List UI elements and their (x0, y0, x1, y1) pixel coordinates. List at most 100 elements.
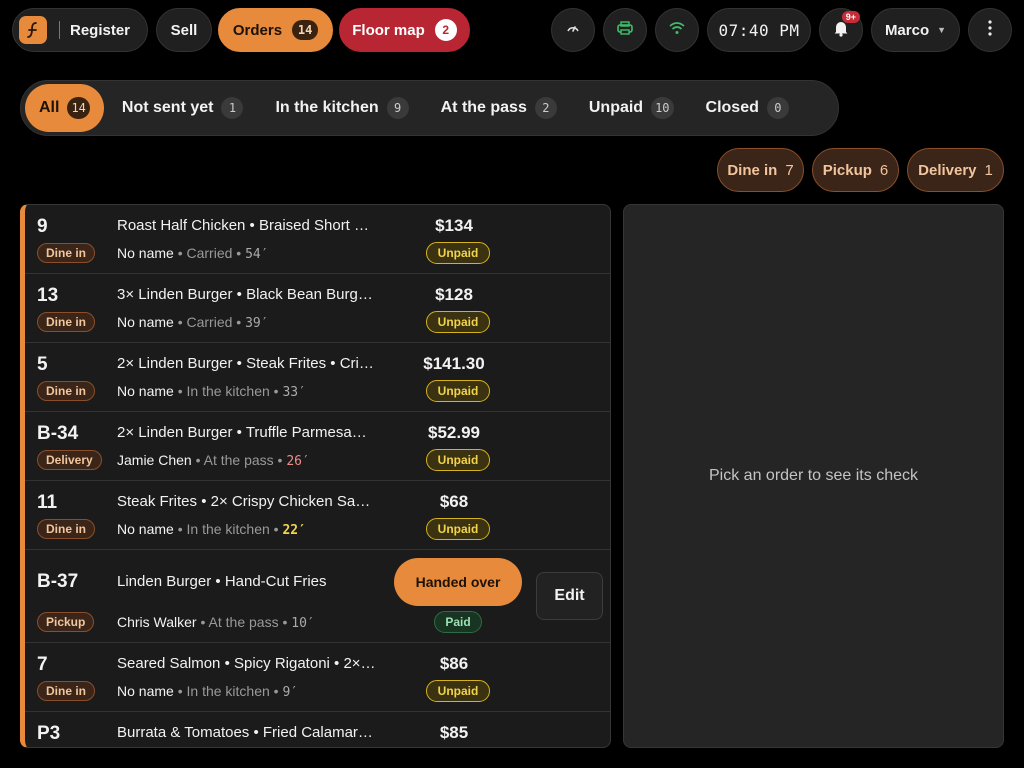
order-items: 3× Linden Burger • Black Bean Burg… (117, 286, 373, 303)
filter-tab-count: 9 (386, 97, 409, 119)
filter-tab-not-sent-yet[interactable]: Not sent yet 1 (108, 84, 258, 132)
elapsed-time: 33′ (282, 385, 306, 400)
handed-over-button[interactable]: Handed over (394, 558, 522, 606)
sell-tab[interactable]: Sell (156, 8, 212, 52)
order-number: 11 (37, 492, 58, 513)
order-number: 5 (37, 354, 48, 375)
chevron-down-icon: ▼ (937, 25, 947, 35)
order-type-tag: Dine in (37, 519, 96, 539)
order-row[interactable]: 11 Dine in Steak Frites • 2× Crispy Chic… (25, 481, 610, 550)
order-row[interactable]: B-34 Delivery 2× Linden Burger • Truffle… (25, 412, 610, 481)
payment-badge: Paid (434, 611, 482, 633)
order-type-chip-delivery[interactable]: Delivery 1 (907, 148, 1004, 192)
order-items: Seared Salmon • Spicy Rigatoni • 2×… (117, 655, 376, 672)
clock: 07:40 PM (707, 8, 811, 52)
order-status: In the kitchen (186, 383, 270, 399)
filter-tab-all[interactable]: All 14 (25, 84, 104, 132)
order-meta: No name • Carried • 54′ (117, 245, 269, 262)
orders-label: Orders (232, 21, 283, 39)
register-button[interactable]: Register (12, 8, 148, 52)
printer-button[interactable] (603, 8, 647, 52)
chip-label: Delivery (918, 161, 977, 179)
order-type-chip-dine-in[interactable]: Dine in 7 (717, 148, 804, 192)
order-type-tag: Pickup (37, 612, 95, 632)
customer-name: No name (117, 683, 174, 699)
order-meta: No name • Carried • 39′ (117, 314, 269, 331)
order-number: P3 (37, 723, 61, 744)
orders-tab[interactable]: Orders 14 (218, 8, 333, 52)
order-row[interactable]: B-37 Pickup Linden Burger • Hand-Cut Fri… (25, 550, 610, 643)
filter-tab-label: In the kitchen (275, 99, 379, 116)
filter-tab-in-the-kitchen[interactable]: In the kitchen 9 (261, 84, 422, 132)
elapsed-time: 54′ (245, 247, 269, 262)
customer-name: No name (117, 521, 174, 537)
order-total: $68 (439, 492, 469, 511)
order-total: $85 (439, 723, 469, 742)
customer-name: Chris Walker (117, 614, 197, 630)
speedometer-icon (565, 20, 581, 40)
order-number: 13 (37, 285, 59, 306)
floor-map-tab[interactable]: Floor map 2 (339, 8, 470, 52)
elapsed-time: 26′ (286, 454, 310, 469)
order-total: $128 (435, 285, 473, 304)
app-logo-icon (19, 16, 47, 44)
chip-count: 7 (785, 161, 794, 179)
chip-label: Pickup (822, 161, 872, 179)
speedometer-button[interactable] (551, 8, 595, 52)
customer-name: No name (117, 383, 174, 399)
order-meta: Chris Walker • At the pass • 10′ (117, 614, 315, 631)
wifi-icon (668, 20, 686, 40)
elapsed-time: 39′ (245, 316, 269, 331)
order-type-tag: Dine in (37, 681, 96, 701)
filter-tab-unpaid[interactable]: Unpaid 10 (575, 84, 688, 132)
order-row[interactable]: P3 Burrata & Tomatoes • Fried Calamar… $… (25, 712, 610, 747)
order-items: Roast Half Chicken • Braised Short … (117, 217, 370, 234)
notifications-button[interactable]: 9+ (819, 8, 863, 52)
sell-label: Sell (170, 21, 198, 39)
register-label: Register (70, 21, 131, 39)
order-type-chip-pickup[interactable]: Pickup 6 (812, 148, 899, 192)
filter-tab-label: Unpaid (588, 99, 644, 116)
order-items: 2× Linden Burger • Truffle Parmesa… (117, 424, 367, 441)
order-status: Carried (186, 314, 233, 330)
filter-tab-at-the-pass[interactable]: At the pass 2 (427, 84, 571, 132)
order-status: In the kitchen (186, 521, 270, 537)
order-type-tag: Dine in (37, 312, 96, 332)
order-items: Burrata & Tomatoes • Fried Calamar… (117, 724, 373, 741)
order-status: At the pass (203, 452, 274, 468)
order-row[interactable]: 5 Dine in 2× Linden Burger • Steak Frite… (25, 343, 610, 412)
order-items: Steak Frites • 2× Crispy Chicken Sa… (117, 493, 371, 510)
notifications-count-badge: 9+ (841, 11, 860, 23)
user-menu[interactable]: Marco ▼ (871, 8, 960, 52)
customer-name: No name (117, 245, 174, 261)
order-row[interactable]: 13 Dine in 3× Linden Burger • Black Bean… (25, 274, 610, 343)
order-items: 2× Linden Burger • Steak Frites • Cri… (117, 355, 374, 372)
filter-tab-closed[interactable]: Closed 0 (692, 84, 803, 132)
filter-tab-count: 14 (67, 97, 90, 119)
payment-badge: Unpaid (426, 242, 490, 264)
order-row[interactable]: 9 Dine in Roast Half Chicken • Braised S… (25, 205, 610, 274)
user-name: Marco (884, 21, 930, 39)
order-number: 7 (37, 654, 48, 675)
more-menu-button[interactable] (968, 8, 1012, 52)
payment-badge: Unpaid (426, 449, 490, 471)
order-check-panel: Pick an order to see its check (623, 204, 1004, 748)
status-filter-bar: All 14 Not sent yet 1 In the kitchen 9 At t… (20, 80, 839, 136)
edit-order-button[interactable]: Edit (536, 572, 603, 620)
chip-count: 6 (879, 161, 889, 179)
filter-tab-label: At the pass (440, 99, 527, 116)
order-meta: No name • In the kitchen • 22′ (117, 521, 306, 538)
printer-icon (616, 20, 634, 40)
elapsed-time: 10′ (291, 616, 315, 631)
payment-badge: Unpaid (426, 380, 490, 402)
order-meta: No name • In the kitchen • 33′ (117, 383, 306, 400)
filter-tab-label: Closed (705, 99, 759, 116)
order-row[interactable]: 7 Dine in Seared Salmon • Spicy Rigatoni… (25, 643, 610, 712)
order-type-tag: Dine in (37, 243, 96, 263)
order-meta: Jamie Chen • At the pass • 26′ (117, 452, 310, 469)
wifi-button[interactable] (655, 8, 699, 52)
order-number: 9 (37, 216, 48, 237)
payment-badge: Unpaid (426, 680, 490, 702)
filter-tab-label: All (39, 99, 60, 116)
order-number: B-34 (37, 423, 79, 444)
